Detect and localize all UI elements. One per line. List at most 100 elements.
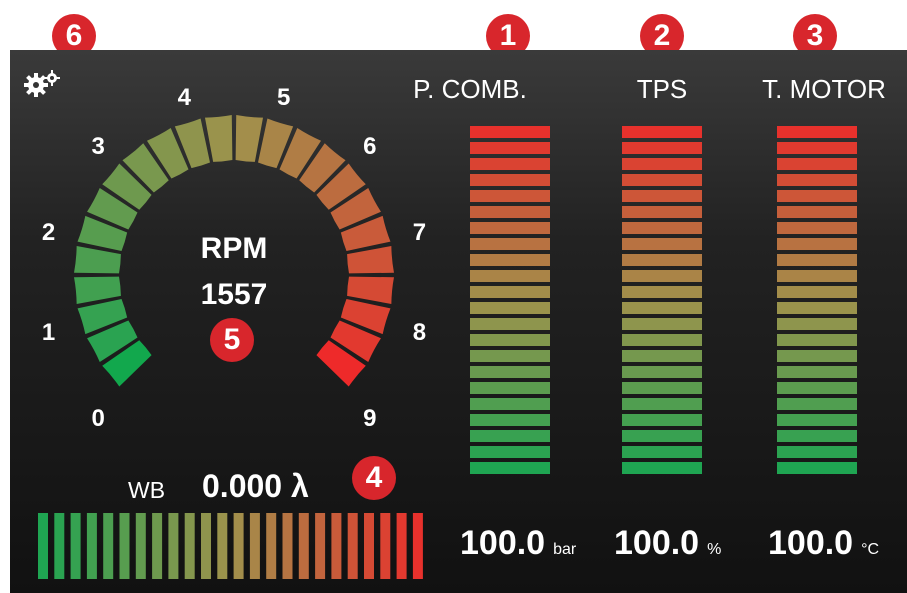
rpm-gauge-segment <box>347 276 394 305</box>
wideband-bar <box>38 513 423 579</box>
column-bar-segment <box>622 334 702 346</box>
dashboard-screen: 0 1 2 3 4 5 6 7 8 9 RPM 1557 5 WB 0.000 λ 4 P. CO… <box>10 50 907 593</box>
rpm-value: 1557 <box>200 278 268 311</box>
tmotor-value: 100.0 <box>768 524 854 562</box>
column-bar-segment <box>622 142 702 154</box>
callout-4: 4 <box>352 456 396 500</box>
pcomb-bar-meter <box>470 126 550 474</box>
wideband-bar-segment <box>331 513 342 579</box>
column-bar-segment <box>622 190 702 202</box>
column-bar-segment <box>470 462 550 474</box>
column-bar-segment <box>777 206 857 218</box>
column-bar-segment <box>622 126 702 138</box>
column-bar-segment <box>777 254 857 266</box>
wideband-bar-segment <box>168 513 179 579</box>
column-bar-segment <box>777 334 857 346</box>
wideband-bar-segment <box>70 513 81 579</box>
column-bar-segment <box>470 366 550 378</box>
wideband-bar-segment <box>152 513 163 579</box>
column-bar-segment <box>470 414 550 426</box>
column-bar-segment <box>622 238 702 250</box>
column-bar-segment <box>777 158 857 170</box>
callout-5: 5 <box>210 318 254 362</box>
pcomb-readout: 100.0 bar <box>460 524 576 563</box>
pcomb-label: P. COMB. <box>413 74 527 104</box>
wideband-bar-segment <box>86 513 97 579</box>
column-bar-segment <box>777 350 857 362</box>
column-bar-segment <box>777 430 857 442</box>
column-bar-segment <box>470 190 550 202</box>
column-bar-segment <box>470 302 550 314</box>
column-bar-segment <box>470 334 550 346</box>
rpm-gauge-segment <box>235 115 264 162</box>
column-bar-segment <box>777 142 857 154</box>
column-bar-segment <box>622 302 702 314</box>
column-bar-segment <box>777 190 857 202</box>
wideband-bar-segment <box>103 513 114 579</box>
column-bar-segment <box>777 414 857 426</box>
column-bar-segment <box>470 174 550 186</box>
column-bar-segment <box>622 462 702 474</box>
column-bar-segment <box>777 286 857 298</box>
column-bar-segment <box>777 382 857 394</box>
rpm-tick-label: 2 <box>41 219 56 247</box>
column-bar-segment <box>470 206 550 218</box>
column-bar-segment <box>470 222 550 234</box>
tps-unit: % <box>707 541 722 558</box>
rpm-gauge-segment <box>347 245 394 274</box>
wideband-bar-segment <box>315 513 326 579</box>
column-bar-segment <box>777 302 857 314</box>
tps-label: TPS <box>636 74 688 104</box>
wb-label: WB <box>128 477 166 503</box>
column-bar-segment <box>777 174 857 186</box>
wideband-bar-segment <box>364 513 374 579</box>
column-bar-segment <box>777 366 857 378</box>
rpm-tick-label: 7 <box>412 219 427 247</box>
rpm-gauge <box>74 115 394 387</box>
column-bar-segment <box>470 318 550 330</box>
column-bar-segment <box>622 318 702 330</box>
wideband-bar-segment <box>184 513 195 579</box>
column-bar-segment <box>777 126 857 138</box>
tmotor-unit: °C <box>861 541 880 558</box>
column-bar-segment <box>622 254 702 266</box>
column-bar-segment <box>622 158 702 170</box>
column-bar-segment <box>622 382 702 394</box>
column-bar-segment <box>622 206 702 218</box>
rpm-tick-label: 9 <box>363 404 377 432</box>
wideband-bar-segment <box>119 513 130 579</box>
column-bar-segment <box>470 446 550 458</box>
column-bar-segment <box>470 238 550 250</box>
column-bar-segment <box>622 286 702 298</box>
wideband-bar-segment <box>249 513 260 579</box>
column-bar-segment <box>622 430 702 442</box>
column-bar-segment <box>622 174 702 186</box>
column-bar-segment <box>470 254 550 266</box>
wideband-bar-segment <box>380 513 391 579</box>
column-bar-segment <box>777 462 857 474</box>
tps-value: 100.0 <box>614 524 700 562</box>
column-bar-segment <box>470 430 550 442</box>
rpm-tick-label: 8 <box>412 318 427 346</box>
rpm-tick-label: 6 <box>363 133 377 161</box>
column-bar-segment <box>622 350 702 362</box>
pcomb-unit: bar <box>553 541 577 558</box>
rpm-gauge-segment <box>74 276 121 305</box>
wb-value: 0.000 λ <box>202 468 309 504</box>
rpm-gauge-segment <box>74 245 121 274</box>
column-bar-segment <box>777 222 857 234</box>
column-bar-segment <box>777 446 857 458</box>
column-bar-segment <box>622 222 702 234</box>
column-bar-segment <box>777 318 857 330</box>
wideband-bar-segment <box>135 513 146 579</box>
column-bar-segment <box>470 126 550 138</box>
column-bar-segment <box>470 286 550 298</box>
rpm-title: RPM <box>200 232 268 265</box>
rpm-tick-label: 0 <box>91 404 105 432</box>
wideband-bar-segment <box>347 513 358 579</box>
column-bar-segment <box>622 398 702 410</box>
rpm-gauge-segment <box>204 115 233 162</box>
column-bar-segment <box>777 270 857 282</box>
column-bar-segment <box>470 382 550 394</box>
column-bar-segment <box>470 142 550 154</box>
